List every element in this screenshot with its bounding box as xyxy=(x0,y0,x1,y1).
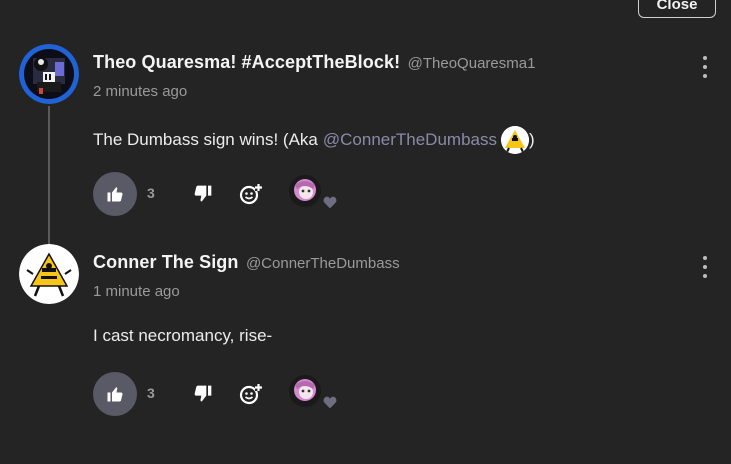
like-button[interactable] xyxy=(93,372,137,416)
like-count: 3 xyxy=(147,185,155,201)
author-name[interactable]: Theo Quaresma! #AcceptTheBlock! xyxy=(93,52,400,72)
comment-text-suffix: ) xyxy=(528,130,535,149)
comment-header: Theo Quaresma! #AcceptTheBlock! @TheoQua… xyxy=(93,52,535,73)
thumbs-up-icon xyxy=(107,387,123,402)
more-options-icon[interactable] xyxy=(697,256,713,278)
author-handle[interactable]: @TheoQuaresma1 xyxy=(408,55,536,72)
comment-actions: 3 xyxy=(93,172,353,216)
add-reaction-icon[interactable] xyxy=(239,382,263,406)
thumbs-down-icon[interactable] xyxy=(193,384,213,404)
like-button[interactable] xyxy=(93,172,137,216)
heart-icon xyxy=(323,396,337,409)
author-name[interactable]: Conner The Sign xyxy=(93,252,239,272)
comment-body: I cast necromancy, rise- xyxy=(93,326,272,346)
user-mention-link[interactable]: @ConnerTheDumbass xyxy=(323,130,497,150)
close-button[interactable]: Close xyxy=(638,0,716,18)
like-count: 3 xyxy=(147,385,155,401)
pink-hair-avatar-icon[interactable] xyxy=(289,175,321,207)
pink-hair-avatar-icon[interactable] xyxy=(289,375,321,407)
comment-header: Conner The Sign @ConnerTheDumbass xyxy=(93,252,400,273)
comment-text: I cast necromancy, rise- xyxy=(93,326,273,345)
comment-body: The Dumbass sign wins! (Aka @ConnerTheDu… xyxy=(93,126,535,154)
mention-avatar-icon xyxy=(500,126,529,154)
add-reaction-icon[interactable] xyxy=(239,182,263,206)
comment-text: The Dumbass sign wins! (Aka xyxy=(93,130,318,149)
yellow-triangle-sign-avatar-icon[interactable] xyxy=(19,244,79,304)
comment-timestamp: 2 minutes ago xyxy=(93,83,188,100)
pixel-character-avatar-icon[interactable] xyxy=(19,44,79,104)
comment-timestamp: 1 minute ago xyxy=(93,283,180,300)
thumbs-up-icon xyxy=(107,187,123,202)
author-handle[interactable]: @ConnerTheDumbass xyxy=(246,255,400,272)
heart-icon xyxy=(323,196,337,209)
more-options-icon[interactable] xyxy=(697,56,713,78)
comment-actions: 3 xyxy=(93,372,353,416)
thumbs-down-icon[interactable] xyxy=(193,184,213,204)
comments-panel: Close Theo Quaresma! #AcceptTheBlock! @T… xyxy=(0,0,731,464)
reply-thread-line xyxy=(48,106,50,246)
